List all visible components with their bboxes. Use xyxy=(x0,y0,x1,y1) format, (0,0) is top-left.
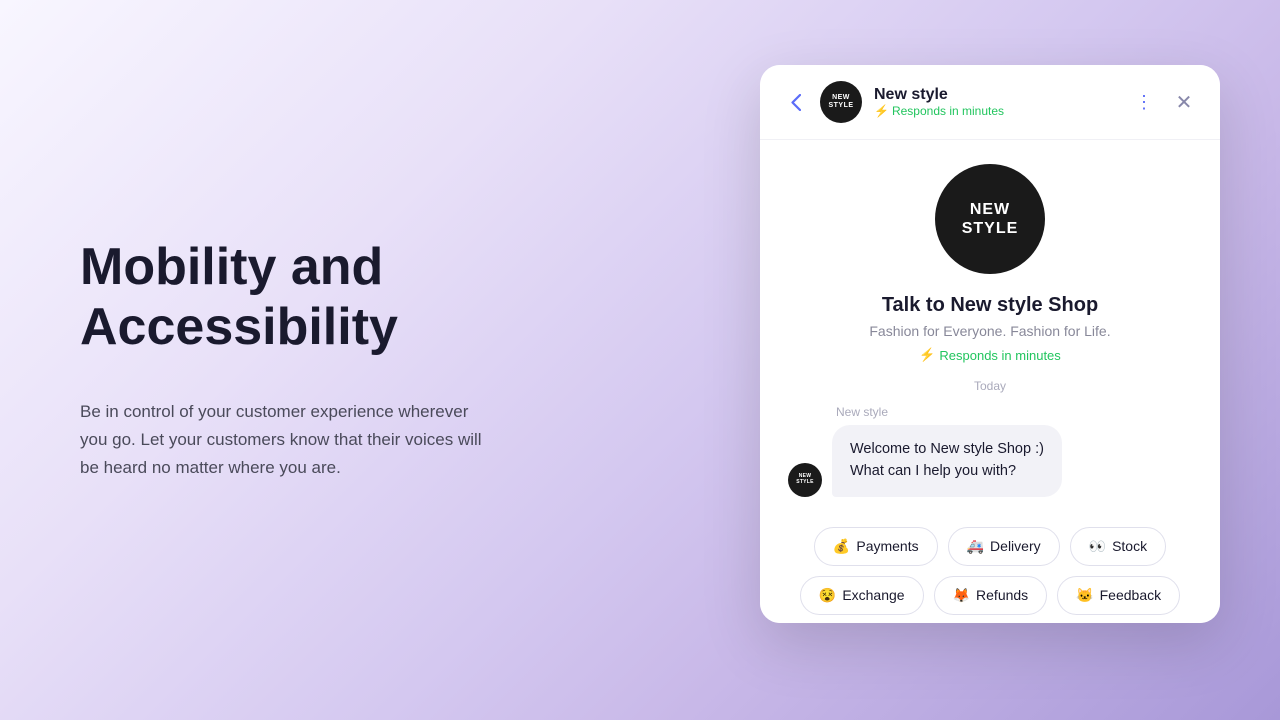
right-panel: NEW STYLE New style ⚡ Responds in minute… xyxy=(700,0,1280,720)
header-info: New style ⚡ Responds in minutes xyxy=(874,86,1128,118)
quick-reply-refunds[interactable]: 🦊 Refunds xyxy=(934,576,1048,615)
quick-reply-label: Refunds xyxy=(976,587,1028,603)
msg-avatar-bottom: STYLE xyxy=(796,480,814,486)
header-status: ⚡ Responds in minutes xyxy=(874,104,1128,118)
message-section: New style NEW STYLE Welcome to New style… xyxy=(784,405,1196,497)
quick-reply-exchange[interactable]: 😵 Exchange xyxy=(800,576,924,615)
response-text: Responds in minutes xyxy=(939,348,1060,363)
response-time: ⚡ Responds in minutes xyxy=(919,347,1061,363)
quick-reply-emoji: 🐱 xyxy=(1076,587,1093,604)
quick-reply-label: Payments xyxy=(856,538,918,554)
quick-reply-label: Delivery xyxy=(990,538,1041,554)
quick-reply-emoji: 😵 xyxy=(819,587,836,604)
quick-reply-emoji: 👀 xyxy=(1089,538,1106,555)
quick-reply-payments[interactable]: 💰 Payments xyxy=(814,527,938,566)
header-avatar-text-bottom: STYLE xyxy=(828,102,853,110)
shop-title: Talk to New style Shop xyxy=(882,294,1098,317)
shop-logo-text-top: NEW xyxy=(970,200,1010,219)
shop-logo: NEW STYLE xyxy=(935,164,1045,274)
message-row: NEW STYLE Welcome to New style Shop :)Wh… xyxy=(788,425,1192,497)
title-line2: Accessibility xyxy=(80,298,398,356)
header-actions: ⋮ ✕ xyxy=(1128,86,1200,118)
status-text: Responds in minutes xyxy=(892,104,1004,118)
quick-reply-emoji: 🚑 xyxy=(967,538,984,555)
response-lightning-icon: ⚡ xyxy=(919,347,935,363)
close-button[interactable]: ✕ xyxy=(1168,86,1200,118)
quick-reply-stock[interactable]: 👀 Stock xyxy=(1070,527,1166,566)
quick-reply-delivery[interactable]: 🚑 Delivery xyxy=(948,527,1060,566)
quick-reply-emoji: 💰 xyxy=(833,538,850,555)
back-button[interactable] xyxy=(780,86,812,118)
header-avatar-text-top: NEW xyxy=(832,94,850,102)
chat-body: NEW STYLE Talk to New style Shop Fashion… xyxy=(760,140,1220,513)
header-avatar: NEW STYLE xyxy=(820,81,862,123)
message-bubble: Welcome to New style Shop :)What can I h… xyxy=(832,425,1062,497)
quick-reply-label: Stock xyxy=(1112,538,1147,554)
title-line1: Mobility and xyxy=(80,238,383,296)
quick-replies: 💰 Payments 🚑 Delivery 👀 Stock 😵 Exchange 🦊 Refund… xyxy=(760,513,1220,623)
quick-reply-label: Exchange xyxy=(842,587,904,603)
main-title: Mobility and Accessibility xyxy=(80,238,620,358)
left-panel: Mobility and Accessibility Be in control… xyxy=(0,0,700,720)
shop-subtitle: Fashion for Everyone. Fashion for Life. xyxy=(869,323,1110,339)
header-name: New style xyxy=(874,86,1128,104)
today-separator: Today xyxy=(974,379,1006,393)
message-avatar: NEW STYLE xyxy=(788,463,822,497)
shop-logo-text-bottom: STYLE xyxy=(962,219,1019,238)
message-sender-label: New style xyxy=(788,405,1192,419)
chat-header: NEW STYLE New style ⚡ Responds in minute… xyxy=(760,65,1220,140)
quick-reply-feedback[interactable]: 🐱 Feedback xyxy=(1057,576,1180,615)
status-lightning-icon: ⚡ xyxy=(874,104,889,118)
quick-reply-label: Feedback xyxy=(1100,587,1161,603)
main-description: Be in control of your customer experienc… xyxy=(80,398,500,482)
quick-reply-emoji: 🦊 xyxy=(953,587,970,604)
more-button[interactable]: ⋮ xyxy=(1128,86,1160,118)
chat-widget: NEW STYLE New style ⚡ Responds in minute… xyxy=(760,65,1220,623)
